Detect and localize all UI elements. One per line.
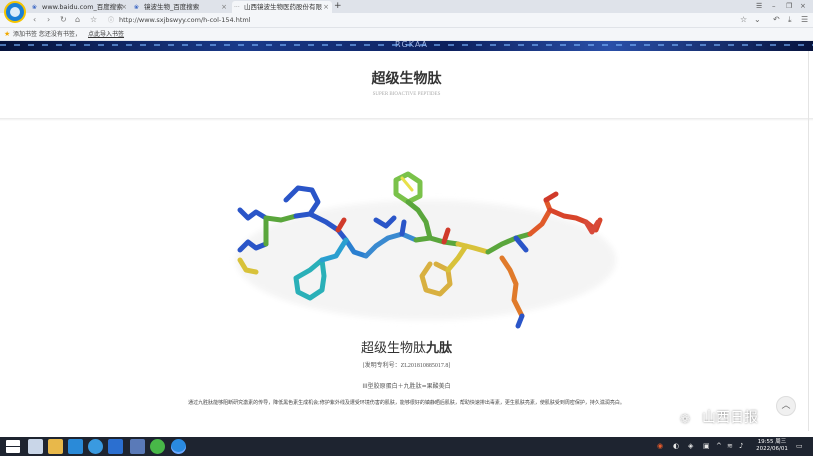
system-clock[interactable]: 19:55 周三 2022/06/01	[752, 439, 792, 453]
bookmarks-prompt: 添加书签 您还没有书签，	[13, 31, 81, 38]
tab-strip: ❀ www.baidu.com_百度搜索 × ❀ 镜波生物_百度搜索 × ···…	[0, 0, 813, 23]
tab-baidu[interactable]: ❀ www.baidu.com_百度搜索 ×	[30, 1, 130, 13]
tray-app-icon[interactable]: ◈	[688, 439, 693, 454]
undo-icon[interactable]: ↶	[773, 14, 780, 26]
active-browser-icon[interactable]	[171, 439, 186, 454]
tray-chevron-icon[interactable]: ^	[716, 439, 722, 454]
browser-app-icon[interactable]	[88, 439, 103, 454]
page-info-icon: ⓘ	[108, 17, 115, 24]
section-title: 超级生物肽	[371, 71, 442, 87]
watermark-text: 山西日报	[702, 410, 758, 426]
volume-icon[interactable]: ♪	[739, 439, 743, 454]
tab-close-button[interactable]: ×	[121, 1, 127, 13]
header-banner: RGKAA	[0, 41, 813, 51]
tray-app-icon[interactable]: ▣	[703, 439, 710, 454]
tray-app-icon[interactable]: ◉	[657, 439, 663, 454]
product-title: 超级生物肽九肽	[0, 337, 813, 356]
wechat-icon[interactable]	[150, 439, 165, 454]
clock-time: 19:55 周三	[757, 439, 787, 445]
wechat-logo-icon: ❁	[680, 412, 691, 426]
browser-logo-icon[interactable]	[4, 1, 26, 23]
navigation-bar: ‹ › ↻ ⌂ ☆ ⓘ http://www.sxjbswyy.com/h-co…	[0, 13, 813, 28]
tab-label: 镜波生物_百度搜索	[144, 3, 200, 11]
scrollbar-track	[808, 51, 809, 431]
chevron-down-icon[interactable]: ⌄	[754, 14, 761, 26]
word-icon[interactable]	[108, 439, 123, 454]
start-button-icon[interactable]	[6, 440, 20, 453]
product-title-prefix: 超级生物肽	[360, 341, 426, 356]
url-text: http://www.sxjbswyy.com/h-col-154.html	[119, 16, 251, 24]
clock-date: 2022/06/01	[756, 446, 788, 452]
watermark: ❁ 山西日报	[680, 408, 758, 428]
product-formula: III型胶原蛋白＋九胜肽=果酸美白	[362, 383, 451, 390]
forward-icon[interactable]: ›	[47, 14, 50, 26]
bookmark-star-icon[interactable]: ☆	[90, 14, 97, 26]
taskbar: ◉ ◐ ◈ ▣ ^ ≋ ♪ 19:55 周三 2022/06/01 ▭	[0, 437, 813, 456]
star-icon: ★	[4, 30, 11, 38]
paw-icon: ❀	[134, 4, 140, 11]
tab-jingbo-site[interactable]: ··· 山西镜波生物医药股份有限 ×	[232, 1, 332, 13]
minimize-button[interactable]: –	[772, 0, 776, 12]
patent-number: [发明专利号：ZL201810885017.8]	[362, 363, 451, 369]
paw-icon: ❀	[32, 4, 38, 11]
download-icon[interactable]: ⤓	[788, 14, 792, 26]
peptide-molecule-image	[236, 171, 616, 329]
back-to-top-button[interactable]: ︿	[776, 396, 796, 416]
tab-jingbo-search[interactable]: ❀ 镜波生物_百度搜索 ×	[132, 1, 230, 13]
favorite-star-icon[interactable]: ☆	[740, 14, 747, 26]
menu-icon[interactable]: ☰	[756, 0, 762, 12]
close-window-button[interactable]: ×	[800, 0, 806, 12]
address-bar[interactable]: ⓘ http://www.sxjbswyy.com/h-col-154.html	[108, 15, 728, 26]
banner-text: RGKAA	[395, 41, 429, 49]
section-subtitle: SUPER BIOACTIVE PEPTIDES	[372, 92, 441, 97]
bookmarks-bar: ★ 添加书签 您还没有书签， 点此导入书签	[0, 28, 813, 41]
task-view-icon[interactable]	[28, 439, 43, 454]
file-explorer-icon[interactable]	[48, 439, 63, 454]
app-icon[interactable]	[130, 439, 145, 454]
store-icon[interactable]	[68, 439, 83, 454]
refresh-icon[interactable]: ↻	[60, 14, 67, 26]
section-divider	[0, 118, 813, 121]
home-icon[interactable]: ⌂	[75, 14, 80, 26]
tab-label: 山西镜波生物医药股份有限	[244, 3, 322, 11]
tray-app-icon[interactable]: ◐	[673, 439, 679, 454]
import-bookmarks-link[interactable]: 点此导入书签	[88, 28, 124, 41]
wifi-icon[interactable]: ≋	[727, 439, 733, 454]
new-tab-button[interactable]: +	[334, 0, 342, 13]
tab-close-button[interactable]: ×	[221, 1, 227, 13]
back-icon[interactable]: ‹	[33, 14, 36, 26]
product-title-bold: 九肽	[426, 341, 453, 356]
tab-close-button[interactable]: ×	[323, 1, 329, 13]
menu-icon[interactable]: ☰	[801, 14, 808, 26]
tab-label: www.baidu.com_百度搜索	[42, 3, 123, 11]
maximize-button[interactable]: ❐	[786, 0, 792, 12]
notification-icon[interactable]: ▭	[796, 439, 803, 454]
loading-icon: ···	[234, 4, 240, 11]
product-description: 通过九胜肽能够阻断研究激素的传导，降低黑色素生成机会;修护紫外线及遭受环境伤害的…	[188, 400, 625, 406]
